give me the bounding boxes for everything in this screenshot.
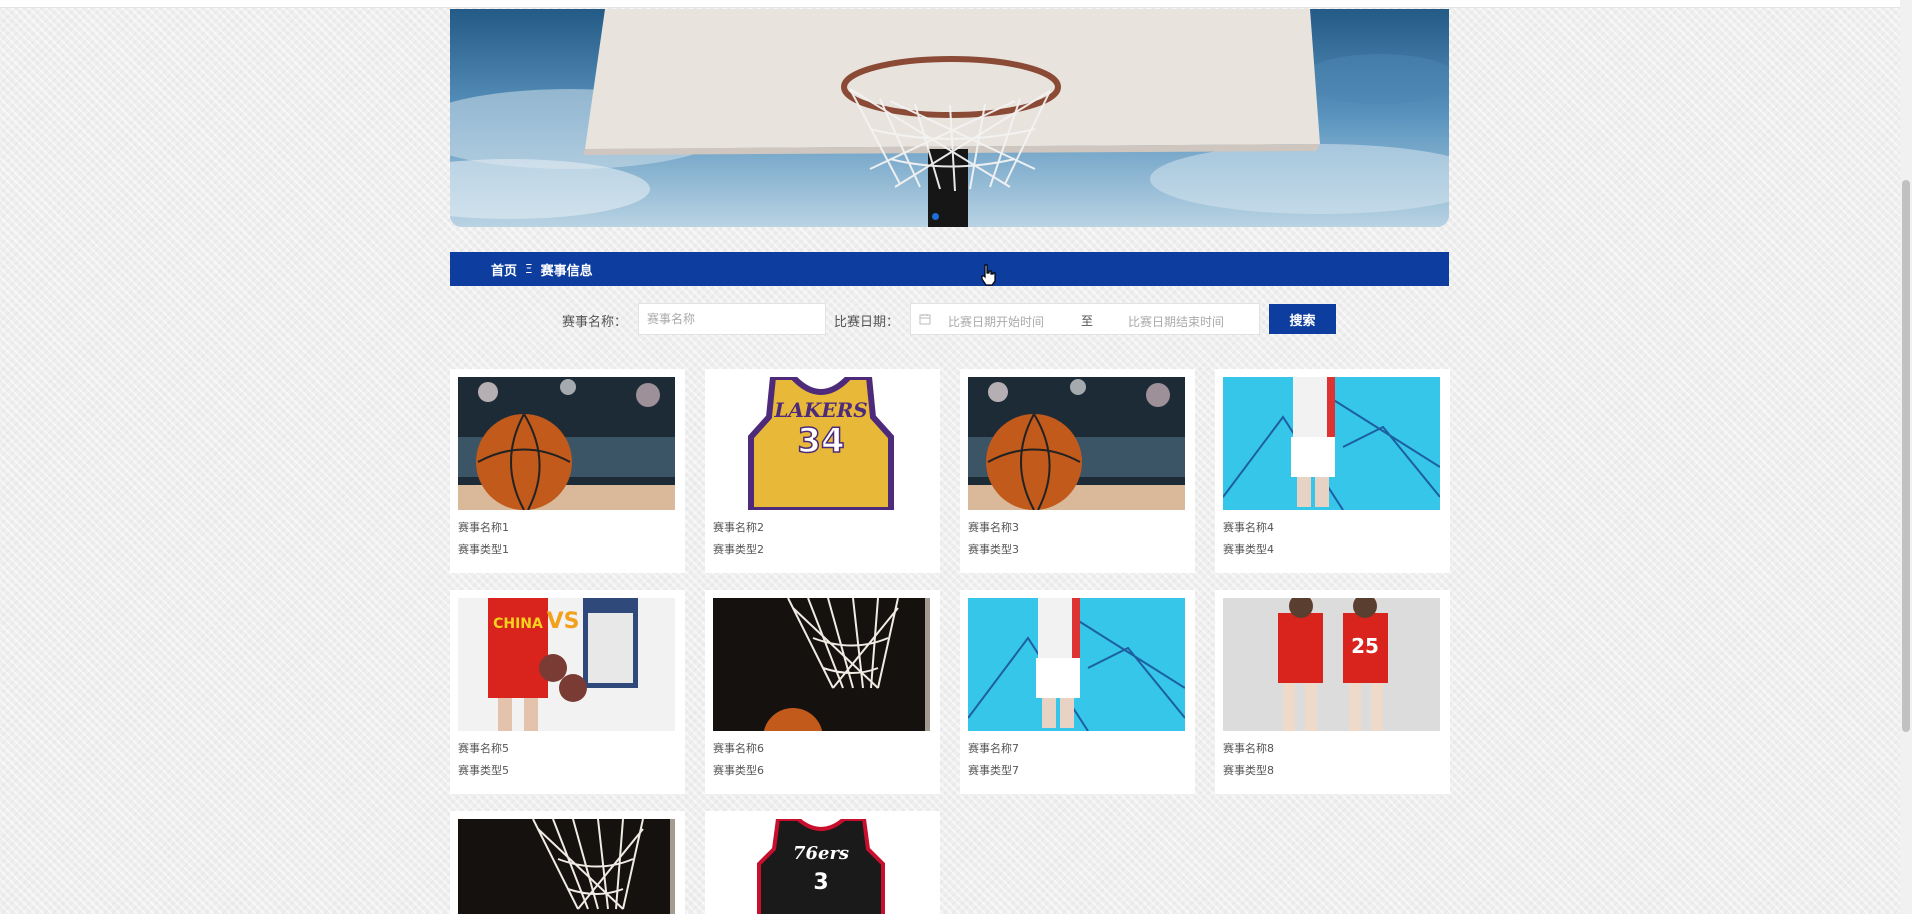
- date-start-input[interactable]: 比赛日期开始时间: [948, 313, 1044, 330]
- event-type: 赛事类型8: [1223, 764, 1274, 777]
- svg-text:25: 25: [1351, 634, 1379, 658]
- breadcrumb-bar: 首页 Ξ 赛事信息: [450, 252, 1449, 286]
- date-range-separator: 至: [1081, 314, 1094, 328]
- search-button[interactable]: 搜索: [1269, 304, 1336, 334]
- event-card[interactable]: 赛事名称3 赛事类型3: [960, 369, 1195, 573]
- event-name-label: 赛事名称：: [562, 315, 628, 330]
- event-type: 赛事类型3: [968, 543, 1019, 556]
- date-end-input[interactable]: 比赛日期结束时间: [1128, 313, 1224, 330]
- svg-text:34: 34: [797, 421, 844, 461]
- event-card[interactable]: 赛事名称1 赛事类型1: [450, 369, 685, 573]
- event-name: 赛事名称8: [1223, 742, 1274, 755]
- hero-banner: [450, 9, 1449, 227]
- event-type: 赛事类型1: [458, 543, 509, 556]
- event-type: 赛事类型7: [968, 764, 1019, 777]
- breadcrumb-separator: Ξ: [525, 262, 533, 276]
- date-range-picker[interactable]: 比赛日期开始时间 至 比赛日期结束时间: [910, 303, 1260, 335]
- search-bar: 赛事名称： 比赛日期： 比赛日期开始时间 至 比赛日期结束时间 搜索: [450, 303, 1449, 335]
- top-strip: [0, 0, 1900, 8]
- svg-text:VS: VS: [547, 609, 580, 634]
- event-name: 赛事名称2: [713, 521, 764, 534]
- event-type: 赛事类型2: [713, 543, 764, 556]
- event-name: 赛事名称6: [713, 742, 764, 755]
- event-name: 赛事名称1: [458, 521, 509, 534]
- event-name: 赛事名称3: [968, 521, 1019, 534]
- event-card[interactable]: [450, 811, 685, 914]
- event-name: 赛事名称4: [1223, 521, 1274, 534]
- basketball-hoop-banner-image: [450, 9, 1449, 227]
- event-card[interactable]: 76ers 3: [705, 811, 940, 914]
- event-name: 赛事名称7: [968, 742, 1019, 755]
- svg-text:76ers: 76ers: [793, 843, 849, 864]
- event-image-hoop-dark[interactable]: [713, 598, 930, 731]
- page-scrollbar[interactable]: [1900, 0, 1912, 914]
- event-image-china-vs-players[interactable]: CHINA VS: [458, 598, 675, 731]
- event-card[interactable]: 赛事名称6 赛事类型6: [705, 590, 940, 794]
- event-card[interactable]: CHINA VS 赛事名称5 赛事类型5: [450, 590, 685, 794]
- event-image-hoop-dark[interactable]: [458, 819, 675, 914]
- breadcrumb-current[interactable]: 赛事信息: [541, 260, 593, 279]
- event-card[interactable]: 赛事名称7 赛事类型7: [960, 590, 1195, 794]
- svg-text:CHINA: CHINA: [493, 616, 543, 632]
- event-name-input[interactable]: [638, 303, 826, 335]
- svg-text:LAKERS: LAKERS: [773, 398, 867, 422]
- event-image-kids-red-jerseys[interactable]: 25: [1223, 598, 1440, 731]
- event-image-basketball-arena[interactable]: [968, 377, 1185, 510]
- hand-cursor-icon: [981, 264, 996, 286]
- scrollbar-thumb[interactable]: [1902, 180, 1910, 732]
- event-image-sixers-jersey[interactable]: 76ers 3: [713, 819, 930, 914]
- event-card[interactable]: 赛事名称4 赛事类型4: [1215, 369, 1450, 573]
- event-image-lakers-jersey[interactable]: LAKERS 34: [713, 377, 930, 510]
- carousel-indicator-dot[interactable]: [932, 213, 939, 220]
- event-card[interactable]: 25 赛事名称8 赛事类型8: [1215, 590, 1450, 794]
- event-image-basketball-arena[interactable]: [458, 377, 675, 510]
- event-name: 赛事名称5: [458, 742, 509, 755]
- event-type: 赛事类型5: [458, 764, 509, 777]
- event-card[interactable]: LAKERS 34 赛事名称2 赛事类型2: [705, 369, 940, 573]
- breadcrumb-home-link[interactable]: 首页: [491, 260, 517, 279]
- event-type: 赛事类型6: [713, 764, 764, 777]
- svg-text:3: 3: [813, 870, 828, 895]
- match-date-label: 比赛日期：: [834, 315, 900, 330]
- event-image-player-cyan-court[interactable]: [968, 598, 1185, 731]
- calendar-icon: [919, 314, 931, 325]
- event-image-player-cyan-court[interactable]: [1223, 377, 1440, 510]
- event-type: 赛事类型4: [1223, 543, 1274, 556]
